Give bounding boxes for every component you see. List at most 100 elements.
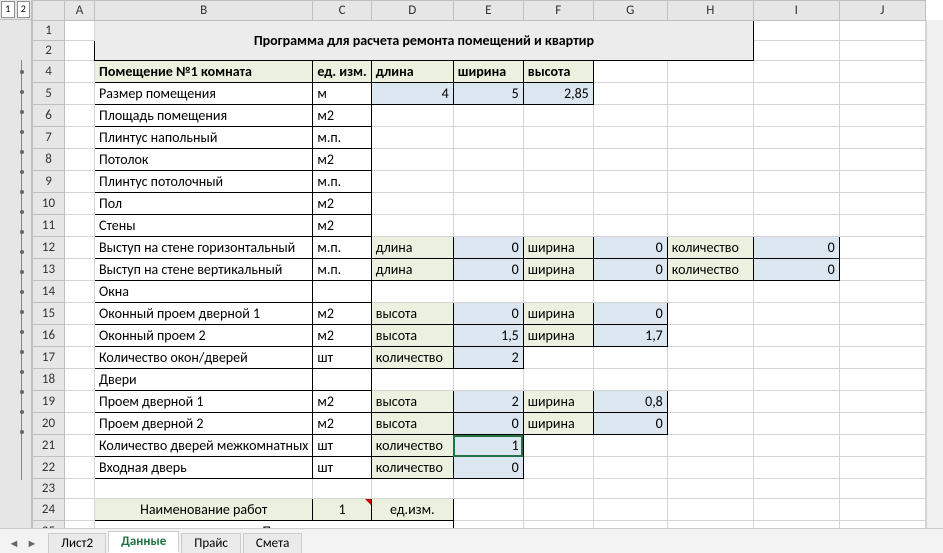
sheet-tab[interactable]: Прайс [181,533,241,553]
cell[interactable]: м2 [313,105,371,127]
col-header-E[interactable]: E [453,1,523,21]
cell[interactable]: 1,7 [593,325,667,347]
cell[interactable]: ширина [523,259,593,281]
sheet-tab[interactable]: Лист2 [48,533,106,553]
cell[interactable]: Наименование работ [95,499,313,521]
row-header[interactable]: 2 [33,41,65,61]
cell[interactable]: длина [371,61,453,83]
row-header[interactable]: 19 [33,391,65,413]
cell[interactable]: 0 [593,413,667,435]
row-header[interactable]: 12 [33,237,65,259]
cell[interactable]: м2 [313,325,371,347]
cell[interactable]: 0 [453,237,523,259]
outline-dot[interactable] [20,190,24,194]
outline-dot[interactable] [20,110,24,114]
cell[interactable]: м.п. [313,237,371,259]
cell[interactable]: высота [371,325,453,347]
cell[interactable]: Оконный проем дверной 1 [95,303,313,325]
cell[interactable]: 2,85 [523,83,593,105]
cell[interactable]: м2 [313,193,371,215]
cell[interactable]: количество [667,259,753,281]
cell[interactable]: высота [371,391,453,413]
cell[interactable] [313,281,371,303]
cell[interactable]: м2 [313,149,371,171]
row-header[interactable]: 20 [33,413,65,435]
cell[interactable]: длина [371,237,453,259]
cell[interactable]: ширина [523,413,593,435]
row-header[interactable]: 25 [33,521,65,528]
col-header-F[interactable]: F [523,1,593,21]
cell[interactable]: 2 [453,347,523,369]
cell[interactable]: м2 [313,391,371,413]
cell[interactable]: Плинтус напольный [95,127,313,149]
outline-dot[interactable] [20,230,24,234]
outline-dot[interactable] [20,210,24,214]
cell[interactable]: Окна [95,281,313,303]
row-header[interactable]: 18 [33,369,65,391]
sheet-tab-active[interactable]: Данные [108,531,179,553]
outline-dot[interactable] [20,270,24,274]
cell[interactable]: высота [371,303,453,325]
cell[interactable]: 0 [453,413,523,435]
outline-dot[interactable] [20,430,24,434]
outline-dot[interactable] [20,70,24,74]
cell[interactable]: 0 [453,303,523,325]
row-header[interactable]: 16 [33,325,65,347]
title-cell[interactable]: Программа для расчета ремонта помещений … [95,21,754,61]
row-header[interactable]: 13 [33,259,65,281]
cell[interactable]: м [313,83,371,105]
row-header[interactable]: 1 [33,21,65,41]
col-header-B[interactable]: B [95,1,313,21]
cell[interactable]: высота [371,413,453,435]
cell[interactable]: Проем дверной 2 [95,413,313,435]
col-header-I[interactable]: I [753,1,839,21]
cell[interactable]: м2 [313,215,371,237]
cell[interactable]: 2 [453,391,523,413]
outline-dot[interactable] [20,370,24,374]
row-header[interactable]: 24 [33,499,65,521]
row-header[interactable]: 15 [33,303,65,325]
row-header[interactable]: 7 [33,127,65,149]
cell[interactable]: 4 [371,83,453,105]
cell[interactable]: количество [371,435,453,457]
cell[interactable]: м.п. [313,127,371,149]
outline-level-1[interactable]: 1 [1,1,15,18]
cell[interactable]: Потолок [95,149,313,171]
cell[interactable]: количество [371,347,453,369]
cell[interactable]: длина [371,259,453,281]
cell[interactable]: ед. изм. [313,61,371,83]
cell[interactable]: ширина [523,325,593,347]
row-header[interactable]: 4 [33,61,65,83]
cell[interactable]: Оконный проем 2 [95,325,313,347]
row-header[interactable]: 22 [33,457,65,479]
cell[interactable]: Выступ на стене горизонтальный [95,237,313,259]
row-header[interactable]: 9 [33,171,65,193]
cell[interactable]: количество [371,457,453,479]
row-header[interactable]: 5 [33,83,65,105]
cell[interactable]: 1,5 [453,325,523,347]
cell[interactable]: ед.изм. [371,499,453,521]
cell[interactable]: Проем дверной 1 [95,391,313,413]
cell[interactable]: Площадь помещения [95,105,313,127]
cell[interactable]: высота [523,61,593,83]
row-header[interactable]: 10 [33,193,65,215]
outline-dot[interactable] [20,390,24,394]
tab-prev-icon[interactable]: ◄ [6,537,22,553]
outline-dot[interactable] [20,330,24,334]
select-all-corner[interactable] [33,1,65,21]
row-header[interactable]: 8 [33,149,65,171]
cell[interactable]: Пол [95,521,454,528]
spreadsheet-grid[interactable]: A B C D E F G H I J 1 [32,0,926,528]
outline-dot[interactable] [20,150,24,154]
cell[interactable]: м.п. [313,171,371,193]
cell[interactable]: 0 [753,259,839,281]
sheet-tab[interactable]: Смета [243,533,302,553]
outline-dot[interactable] [20,410,24,414]
col-header-A[interactable]: A [65,1,95,21]
row-header[interactable]: 14 [33,281,65,303]
cell[interactable]: Помещение №1 комната [95,61,313,83]
cell[interactable]: Количество дверей межкомнатных [95,435,313,457]
cell[interactable]: шт [313,457,371,479]
cell[interactable]: ширина [453,61,523,83]
cell[interactable]: 0 [753,237,839,259]
